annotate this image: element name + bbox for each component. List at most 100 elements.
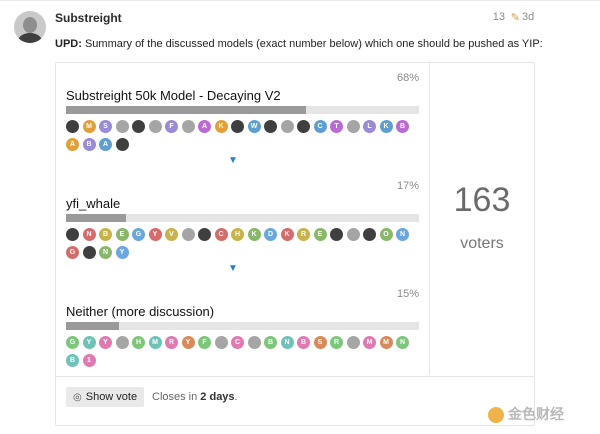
voter-avatar[interactable]: A <box>66 138 79 151</box>
option-label: Neither (more discussion) <box>66 304 215 319</box>
voter-avatar[interactable]: S <box>313 336 327 349</box>
voter-avatar[interactable]: A <box>99 138 112 151</box>
poll-horizontal-divider <box>56 376 534 377</box>
voter-avatar[interactable]: O <box>379 228 393 241</box>
voter-avatar[interactable]: B <box>297 336 310 349</box>
option-label: yfi_whale <box>66 196 121 211</box>
voter-avatar[interactable]: R <box>165 336 178 349</box>
top-divider <box>0 0 600 1</box>
post-username[interactable]: Substreight <box>55 11 122 25</box>
voter-avatar[interactable]: H <box>231 228 244 241</box>
voter-avatar[interactable] <box>115 336 129 349</box>
voter-avatar[interactable] <box>264 120 277 133</box>
voter-avatar[interactable]: C <box>214 228 228 241</box>
voter-avatar[interactable]: N <box>82 228 96 241</box>
voter-avatars: N B E G Y V C H K D K R E O NG N Y <box>66 228 426 264</box>
voter-avatar[interactable]: K <box>280 228 294 241</box>
voter-avatar[interactable] <box>280 120 294 133</box>
voter-avatar[interactable]: M <box>379 336 393 349</box>
voter-avatar[interactable]: F <box>198 336 211 349</box>
expand-voters-chevron-icon[interactable]: ▼ <box>228 155 238 166</box>
voter-avatar[interactable] <box>66 228 79 241</box>
voter-avatar[interactable]: C <box>231 336 244 349</box>
voter-avatar[interactable]: A <box>198 120 211 133</box>
voter-avatar[interactable]: C <box>313 120 327 133</box>
voter-avatar[interactable]: E <box>115 228 129 241</box>
voter-avatar[interactable]: K <box>214 120 228 133</box>
voter-avatar[interactable] <box>330 228 343 241</box>
voter-avatar[interactable] <box>297 120 310 133</box>
voter-avatar[interactable]: T <box>330 120 343 133</box>
voter-avatar[interactable]: K <box>247 228 261 241</box>
voter-avatar[interactable] <box>132 120 145 133</box>
voter-avatar[interactable]: G <box>66 336 79 349</box>
voter-avatar[interactable]: E <box>313 228 327 241</box>
voter-avatar[interactable] <box>231 120 244 133</box>
voter-avatar[interactable]: S <box>99 120 112 133</box>
voter-avatar[interactable]: Y <box>82 336 96 349</box>
voter-avatar[interactable] <box>214 336 228 349</box>
eye-slash-icon: ◎ <box>73 392 82 403</box>
avatar[interactable] <box>14 11 46 43</box>
voter-avatar[interactable]: G <box>132 228 145 241</box>
voter-avatar[interactable]: M <box>148 336 162 349</box>
voter-avatar[interactable]: Y <box>181 336 195 349</box>
voter-avatars: M S F A K W C T L K BA B A <box>66 120 426 156</box>
option-bar-fill <box>66 322 119 330</box>
voter-avatar[interactable]: M <box>363 336 376 349</box>
voter-avatar[interactable]: R <box>297 228 310 241</box>
voter-avatar[interactable]: D <box>264 228 277 241</box>
pencil-icon[interactable]: ✎ <box>511 11 520 24</box>
voter-avatar[interactable]: V <box>165 228 178 241</box>
voter-avatar[interactable] <box>363 228 376 241</box>
voter-avatar[interactable]: N <box>99 246 112 259</box>
voter-avatar[interactable]: N <box>280 336 294 349</box>
voter-avatar[interactable]: B <box>66 354 79 367</box>
voter-avatar[interactable]: L <box>363 120 376 133</box>
voter-avatar[interactable]: F <box>165 120 178 133</box>
voter-avatar[interactable]: B <box>396 120 409 133</box>
voter-avatars: G Y Y H M R Y F C B N B S R M M NB 1 <box>66 336 426 372</box>
watermark-logo-icon <box>488 407 504 424</box>
closes-suffix: . <box>234 391 238 403</box>
post-text: UPD: Summary of the discussed models (ex… <box>55 38 543 50</box>
voter-avatar[interactable] <box>346 120 360 133</box>
option-bar <box>66 322 419 330</box>
voter-avatar[interactable] <box>148 120 162 133</box>
voter-avatar[interactable]: K <box>379 120 393 133</box>
expand-voters-chevron-icon[interactable]: ▼ <box>228 263 238 274</box>
voter-avatar[interactable] <box>346 336 360 349</box>
edit-count[interactable]: 13 <box>493 11 505 23</box>
voter-avatar[interactable]: Y <box>115 246 129 259</box>
watermark: 金色财经 <box>488 404 564 424</box>
voter-avatar[interactable]: N <box>396 336 409 349</box>
voter-avatar[interactable]: 1 <box>82 354 96 367</box>
closes-prefix: Closes in <box>152 391 201 403</box>
voter-avatar[interactable]: M <box>82 120 96 133</box>
voter-avatar[interactable] <box>181 120 195 133</box>
voter-avatar[interactable]: B <box>264 336 277 349</box>
voter-avatar[interactable] <box>115 138 129 151</box>
voter-avatar[interactable] <box>198 228 211 241</box>
option-percent: 68% <box>396 72 419 84</box>
show-vote-button[interactable]: ◎ Show vote <box>66 387 145 407</box>
voter-avatar[interactable] <box>82 246 96 259</box>
watermark-text: 金色财经 <box>508 406 564 422</box>
voter-avatar[interactable] <box>115 120 129 133</box>
voter-avatar[interactable]: W <box>247 120 261 133</box>
poll: 68% Substreight 50k Model - Decaying V2 … <box>55 62 535 426</box>
voter-avatar[interactable]: H <box>132 336 145 349</box>
voter-avatar[interactable]: R <box>330 336 343 349</box>
voter-avatar[interactable] <box>181 228 195 241</box>
voter-avatar[interactable] <box>66 120 79 133</box>
voter-avatar[interactable] <box>247 336 261 349</box>
voter-avatar[interactable]: B <box>82 138 96 151</box>
voter-avatar[interactable]: N <box>396 228 409 241</box>
post-date[interactable]: 3d <box>522 11 534 23</box>
option-bar-fill <box>66 106 307 114</box>
voter-avatar[interactable]: Y <box>99 336 112 349</box>
voter-avatar[interactable]: G <box>66 246 79 259</box>
voter-avatar[interactable] <box>346 228 360 241</box>
voter-avatar[interactable]: B <box>99 228 112 241</box>
voter-avatar[interactable]: Y <box>148 228 162 241</box>
